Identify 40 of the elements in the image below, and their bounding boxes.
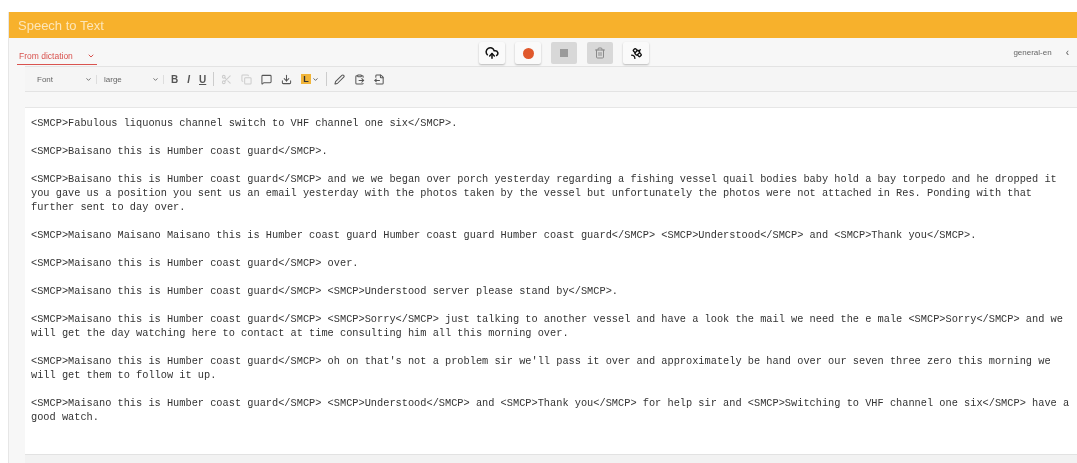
transcript-paragraph: <SMCP>Maisano this is Humber coast guard</SMCP> <SMCP>Understood</SMCP> and <SMCP>Thank you</SMCP> for help sir and <SMCP>Switching to VHF channel one six</SMCP> have a good watch. <box>31 396 1071 424</box>
bold-button[interactable]: B <box>169 71 181 87</box>
italic-button[interactable]: I <box>185 71 192 87</box>
transcript-paragraph: <SMCP>Maisano this is Humber coast guard</SMCP> oh on that's not a problem sir we'll pass it over and approximately be hand over our seven three zero this morning we will get them to follow it up. <box>31 354 1052 382</box>
transcript-paragraph: <SMCP>Fabulous liquonus channel switch to VHF channel one six</SMCP>. <box>31 116 459 130</box>
record-button[interactable] <box>515 42 541 64</box>
window-title: Speech to Text <box>9 12 1077 38</box>
underline-button[interactable]: U <box>197 71 209 87</box>
transcript-paragraph: <SMCP>Maisano this is Humber coast guard</SMCP> <SMCP>Understood server please stand by</SMCP>. <box>31 284 620 298</box>
model-label: general-en <box>1013 47 1052 57</box>
transcript-paragraph: <SMCP>Maisano this is Humber coast guard</SMCP> over. <box>31 256 360 270</box>
dictation-tab[interactable]: From dictation <box>17 47 97 65</box>
transcript-paragraph: <SMCP>Baisano this is Humber coast guard</SMCP> and we we began over porch yesterday regarding a fishing vessel quail bodies baby hold a bay torpedo and he dropped it you gave us a position you sent us an email yesterday with the photos taken by the vessel but unfortunately the photos were not attached in Res. Ponding with that further sent to day over. <box>31 172 1058 214</box>
record-icon <box>522 47 534 59</box>
trash-icon <box>594 47 606 59</box>
upload-button[interactable] <box>479 42 505 64</box>
satellite-icon <box>629 46 643 60</box>
highlight-button[interactable]: L <box>299 71 321 87</box>
size-select[interactable]: large <box>102 74 164 84</box>
caret-icon <box>86 52 95 60</box>
comment-icon <box>261 73 273 85</box>
copy-icon <box>241 73 253 85</box>
pen-button[interactable] <box>331 71 347 87</box>
export-icon <box>373 73 385 85</box>
export-button[interactable] <box>371 71 387 87</box>
pen-icon <box>333 73 345 85</box>
caret-icon <box>152 75 159 83</box>
caret-icon <box>311 75 319 83</box>
font-select[interactable]: Font <box>35 74 97 84</box>
caret-icon <box>85 75 92 83</box>
satellite-button[interactable] <box>623 42 649 64</box>
cut-icon <box>221 73 233 85</box>
paste-icon <box>353 73 365 85</box>
transcript-paragraph: <SMCP>Baisano this is Humber coast guard</SMCP>. <box>31 144 329 158</box>
cloud-upload-icon <box>485 46 499 60</box>
download-icon <box>281 73 293 85</box>
stop-icon <box>560 49 568 57</box>
collapse-arrow[interactable]: ‹ <box>1065 46 1069 58</box>
transcript-paragraph: <SMCP>Maisano this is Humber coast guard</SMCP> <SMCP>Sorry</SMCP> just talking to another vessel and have a look the mail we need the e male <SMCP>Sorry</SMCP> and we will get the day watching here to contact at time consulting him all this morning over. <box>31 312 1064 340</box>
transcript-paragraph: <SMCP>Maisano Maisano Maisano this is Humber coast guard Humber coast guard Humber coast guard</SMCP> <SMCP>Understood</SMCP> and <SMCP>Thank you</SMCP>. <box>31 228 978 242</box>
